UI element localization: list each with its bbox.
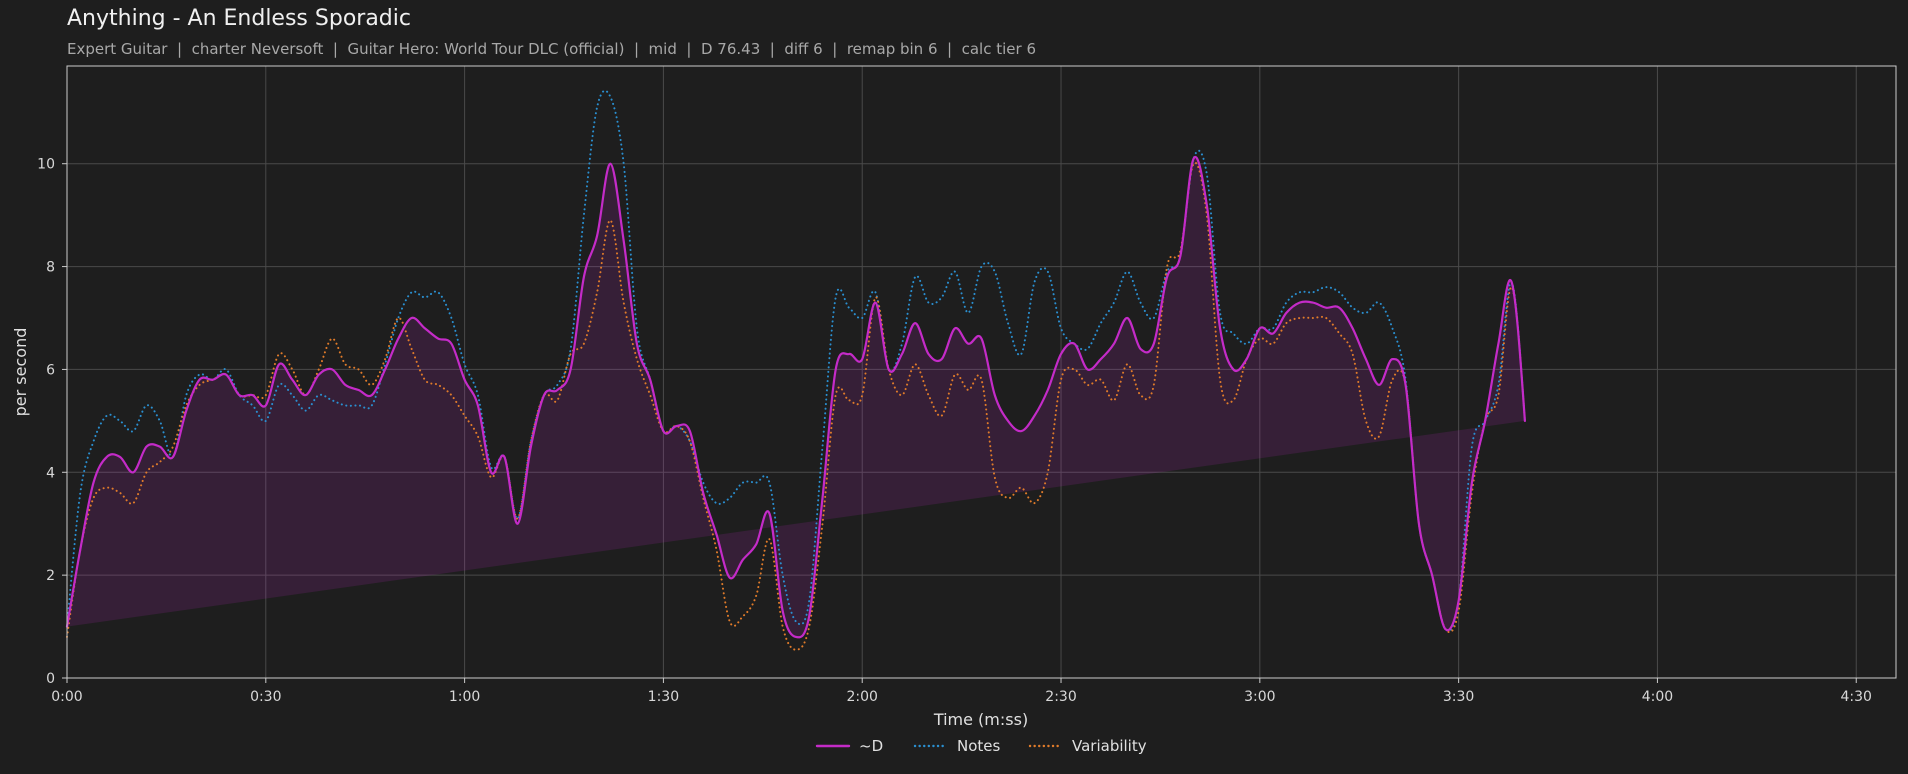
legend-label: Variability [1072,737,1147,755]
y-tick-label: 0 [46,671,55,687]
y-tick-label: 10 [37,157,55,173]
y-axis-ticks: 0 2 4 6 8 10 [37,157,67,687]
x-tick-label: 2:00 [846,689,877,705]
legend: ~D Notes Variability [815,737,1147,755]
y-tick-label: 6 [46,362,55,378]
x-tick-label: 2:30 [1045,689,1076,705]
x-tick-label: 1:00 [449,689,480,705]
legend-label: ~D [859,737,883,755]
x-tick-label: 3:30 [1443,689,1474,705]
x-tick-label: 3:00 [1244,689,1275,705]
x-axis-ticks: 0:00 0:30 1:00 1:30 2:00 2:30 3:00 3:30 4:00 4:30 [51,678,1872,705]
x-tick-label: 1:30 [648,689,679,705]
x-axis-label: Time (m:ss) [933,710,1028,729]
x-tick-label: 4:00 [1642,689,1673,705]
x-tick-label: 4:30 [1841,689,1872,705]
y-tick-label: 8 [46,260,55,276]
x-tick-label: 0:00 [51,689,82,705]
y-axis-label: per second [11,328,30,417]
line-chart: 0:00 0:30 1:00 1:30 2:00 2:30 3:00 3:30 4:00 4:30… [11,65,1897,755]
legend-label: Notes [957,737,1001,755]
y-tick-label: 2 [46,568,55,584]
x-tick-label: 0:30 [250,689,281,705]
y-tick-label: 4 [46,465,55,481]
